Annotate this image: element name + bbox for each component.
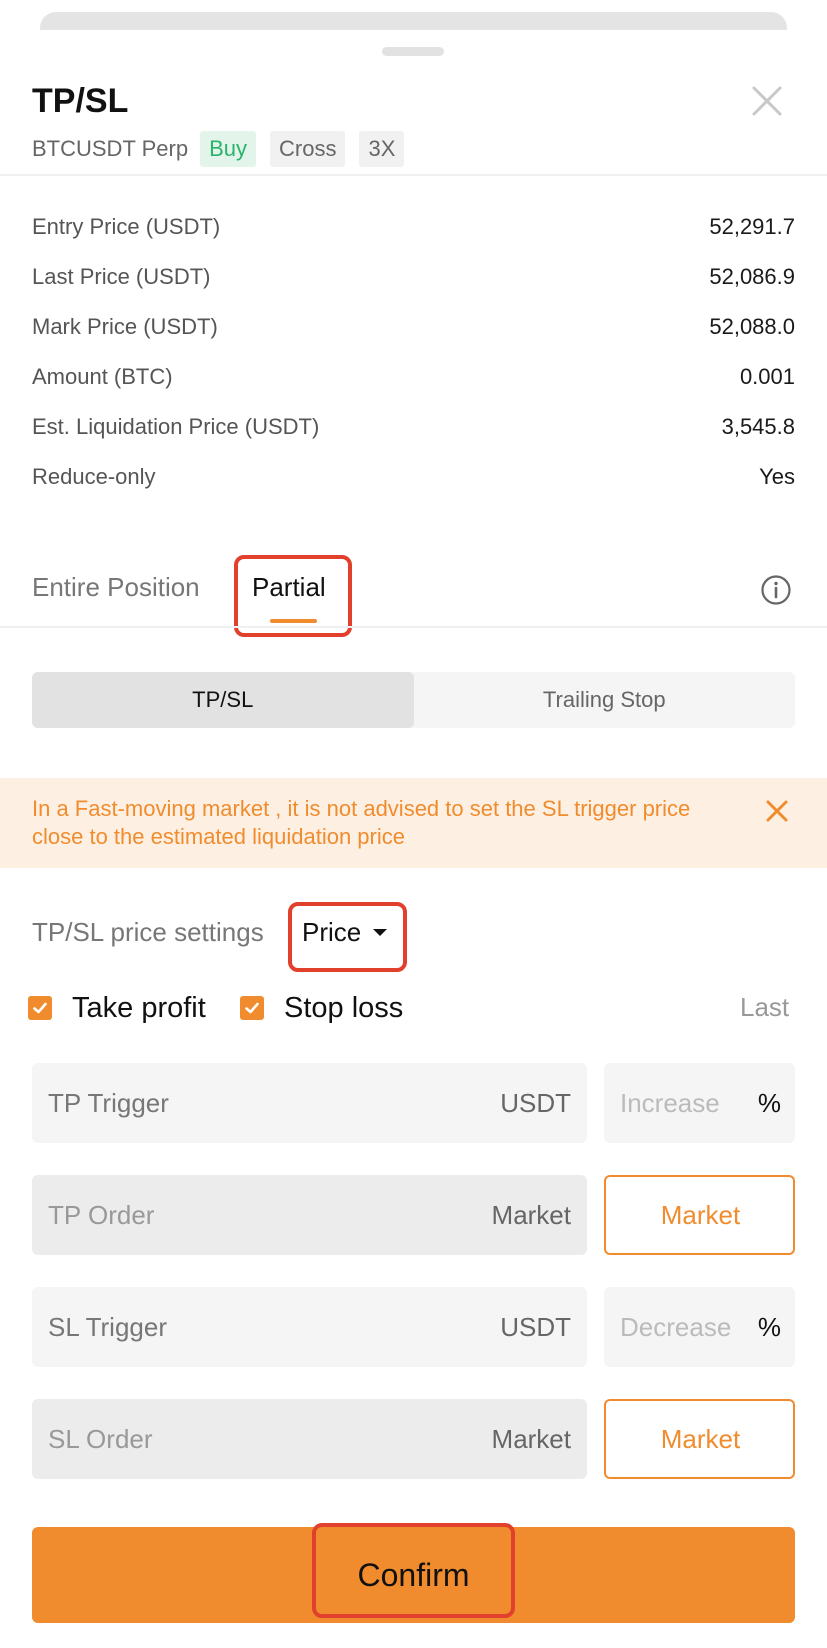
info-row-liquidation-price: Est. Liquidation Price (USDT) 3,545.8 [32,412,795,442]
highlight-box [234,555,352,637]
info-label: Amount (BTC) [32,364,173,389]
percent-unit: % [757,1311,781,1342]
info-label: Mark Price (USDT) [32,314,218,339]
info-value: 52,291.7 [709,214,795,239]
checkbox-checked-icon [240,996,264,1020]
price-settings-label: TP/SL price settings [32,917,264,947]
info-label: Est. Liquidation Price (USDT) [32,414,320,439]
close-warning-icon[interactable] [764,798,790,824]
margin-mode-badge: Cross [270,131,346,167]
info-icon[interactable] [760,574,792,606]
tp-increase-input[interactable]: Increase % [604,1063,795,1143]
tp-trigger-input[interactable]: TP Trigger USDT [32,1063,587,1143]
tab-tpsl[interactable]: TP/SL [32,672,414,728]
checkbox-checked-icon [28,996,52,1020]
divider [0,174,827,176]
warning-text: In a Fast-moving market , it is not advi… [32,796,691,849]
sl-trigger-unit: USDT [500,1311,571,1342]
info-value: 52,086.9 [709,264,795,289]
close-icon[interactable] [750,84,784,118]
divider [0,626,827,628]
highlight-box [312,1523,515,1618]
info-label: Entry Price (USDT) [32,214,221,239]
tp-order-type: Market [491,1199,571,1230]
position-summary: BTCUSDT Perp Buy Cross 3X [32,131,418,167]
warning-banner: In a Fast-moving market , it is not advi… [0,778,827,868]
take-profit-checkbox[interactable]: Take profit [28,988,206,1028]
drag-handle[interactable] [382,47,444,56]
info-row-mark-price: Mark Price (USDT) 52,088.0 [32,312,795,342]
sl-decrease-input[interactable]: Decrease % [604,1287,795,1367]
tp-increase-placeholder: Increase [620,1087,720,1118]
sl-order-input[interactable]: SL Order Market [32,1399,587,1479]
order-mode-switch: TP/SL Trailing Stop [32,672,795,728]
info-value: 0.001 [739,364,795,389]
sl-market-button[interactable]: Market [604,1399,795,1479]
info-row-entry-price: Entry Price (USDT) 52,291.7 [32,212,795,242]
sl-trigger-input[interactable]: SL Trigger USDT [32,1287,587,1367]
sl-decrease-placeholder: Decrease [620,1311,732,1342]
info-label: Last Price (USDT) [32,264,211,289]
sl-trigger-placeholder: SL Trigger [48,1311,167,1342]
stop-loss-checkbox[interactable]: Stop loss [240,988,403,1028]
stop-loss-label: Stop loss [284,991,404,1024]
tp-market-button[interactable]: Market [604,1175,795,1255]
symbol-label: BTCUSDT Perp [32,136,189,161]
tab-entire-position[interactable]: Entire Position [32,572,200,603]
info-label: Reduce-only [32,464,156,489]
sheet-title: TP/SL [32,82,129,120]
tp-order-placeholder: TP Order [48,1199,155,1230]
take-profit-label: Take profit [72,991,206,1024]
sl-order-type: Market [491,1423,571,1454]
highlight-box [288,902,407,972]
tp-trigger-unit: USDT [500,1087,571,1118]
tab-trailing-stop[interactable]: Trailing Stop [414,672,796,728]
trigger-price-source[interactable]: Last [740,992,789,1023]
info-value: Yes [759,464,795,489]
tp-trigger-placeholder: TP Trigger [48,1087,169,1118]
info-row-amount: Amount (BTC) 0.001 [32,362,795,392]
info-row-reduce-only: Reduce-only Yes [32,462,795,492]
info-row-last-price: Last Price (USDT) 52,086.9 [32,262,795,292]
side-badge: Buy [200,131,256,167]
info-value: 52,088.0 [709,314,795,339]
percent-unit: % [757,1087,781,1118]
info-value: 3,545.8 [721,414,795,439]
sl-order-placeholder: SL Order [48,1423,153,1454]
background-card [40,12,787,30]
tp-order-input[interactable]: TP Order Market [32,1175,587,1255]
leverage-badge: 3X [359,131,405,167]
